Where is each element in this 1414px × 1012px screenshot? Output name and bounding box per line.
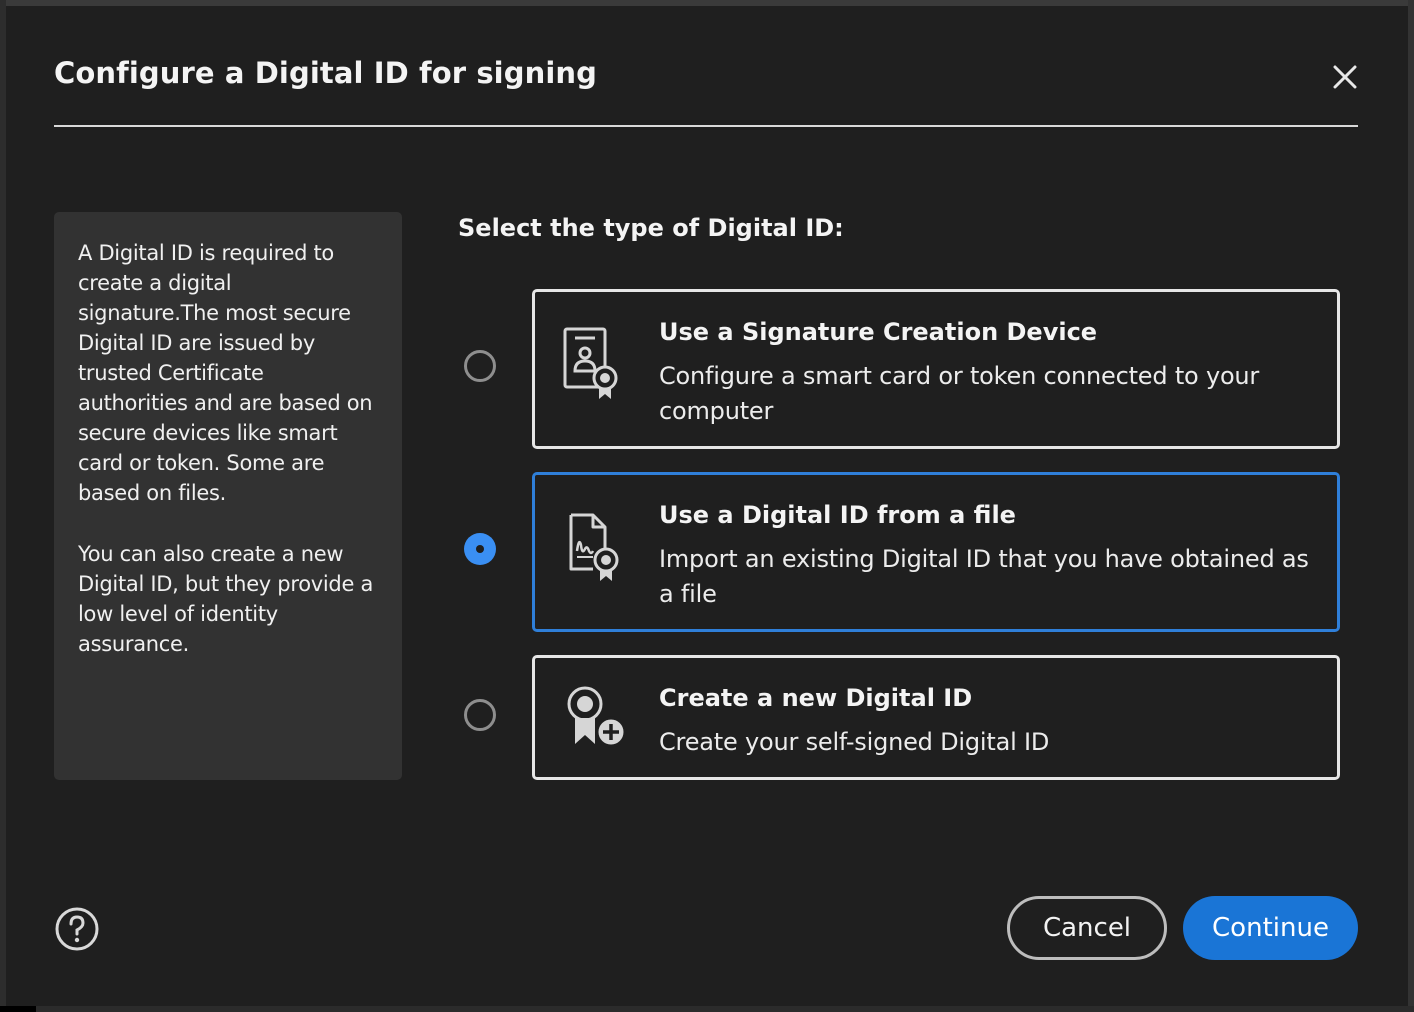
select-type-heading: Select the type of Digital ID: <box>458 214 844 242</box>
close-icon <box>1333 65 1357 89</box>
option-create-new-digital-id[interactable]: Create a new Digital ID Create your self… <box>532 655 1340 780</box>
certificate-add-icon <box>567 686 627 748</box>
info-paragraph: You can also create a new Digital ID, bu… <box>78 542 374 656</box>
option-description: Configure a smart card or token connecte… <box>659 362 1260 425</box>
option-title: Use a Digital ID from a file <box>659 501 1016 529</box>
title-divider <box>54 125 1358 127</box>
radio-signature-device[interactable] <box>464 350 496 382</box>
option-title: Create a new Digital ID <box>659 684 973 712</box>
help-icon[interactable] <box>54 906 100 952</box>
option-description: Import an existing Digital ID that you h… <box>659 545 1309 608</box>
smart-card-certificate-icon <box>563 327 618 399</box>
close-button[interactable] <box>1328 60 1362 94</box>
dialog-title: Configure a Digital ID for signing <box>54 56 597 90</box>
continue-button[interactable]: Continue <box>1183 896 1358 960</box>
info-panel: A Digital ID is required to create a dig… <box>54 212 402 780</box>
window-frame-corner <box>0 1006 36 1012</box>
option-title: Use a Signature Creation Device <box>659 318 1098 346</box>
info-paragraph: A Digital ID is required to create a dig… <box>78 241 373 505</box>
radio-digital-id-file[interactable] <box>464 533 496 565</box>
radio-create-new-id[interactable] <box>464 699 496 731</box>
window-frame-right <box>1408 0 1414 1012</box>
signed-file-certificate-icon <box>569 513 619 581</box>
digital-id-dialog: Configure a Digital ID for signing A Dig… <box>6 6 1408 1006</box>
window-frame-bottom <box>0 1006 1414 1012</box>
cancel-button[interactable]: Cancel <box>1007 896 1167 960</box>
option-description: Create your self-signed Digital ID <box>659 728 1050 756</box>
option-digital-id-from-file[interactable]: Use a Digital ID from a file Import an e… <box>532 472 1340 632</box>
option-signature-creation-device[interactable]: Use a Signature Creation Device Configur… <box>532 289 1340 449</box>
